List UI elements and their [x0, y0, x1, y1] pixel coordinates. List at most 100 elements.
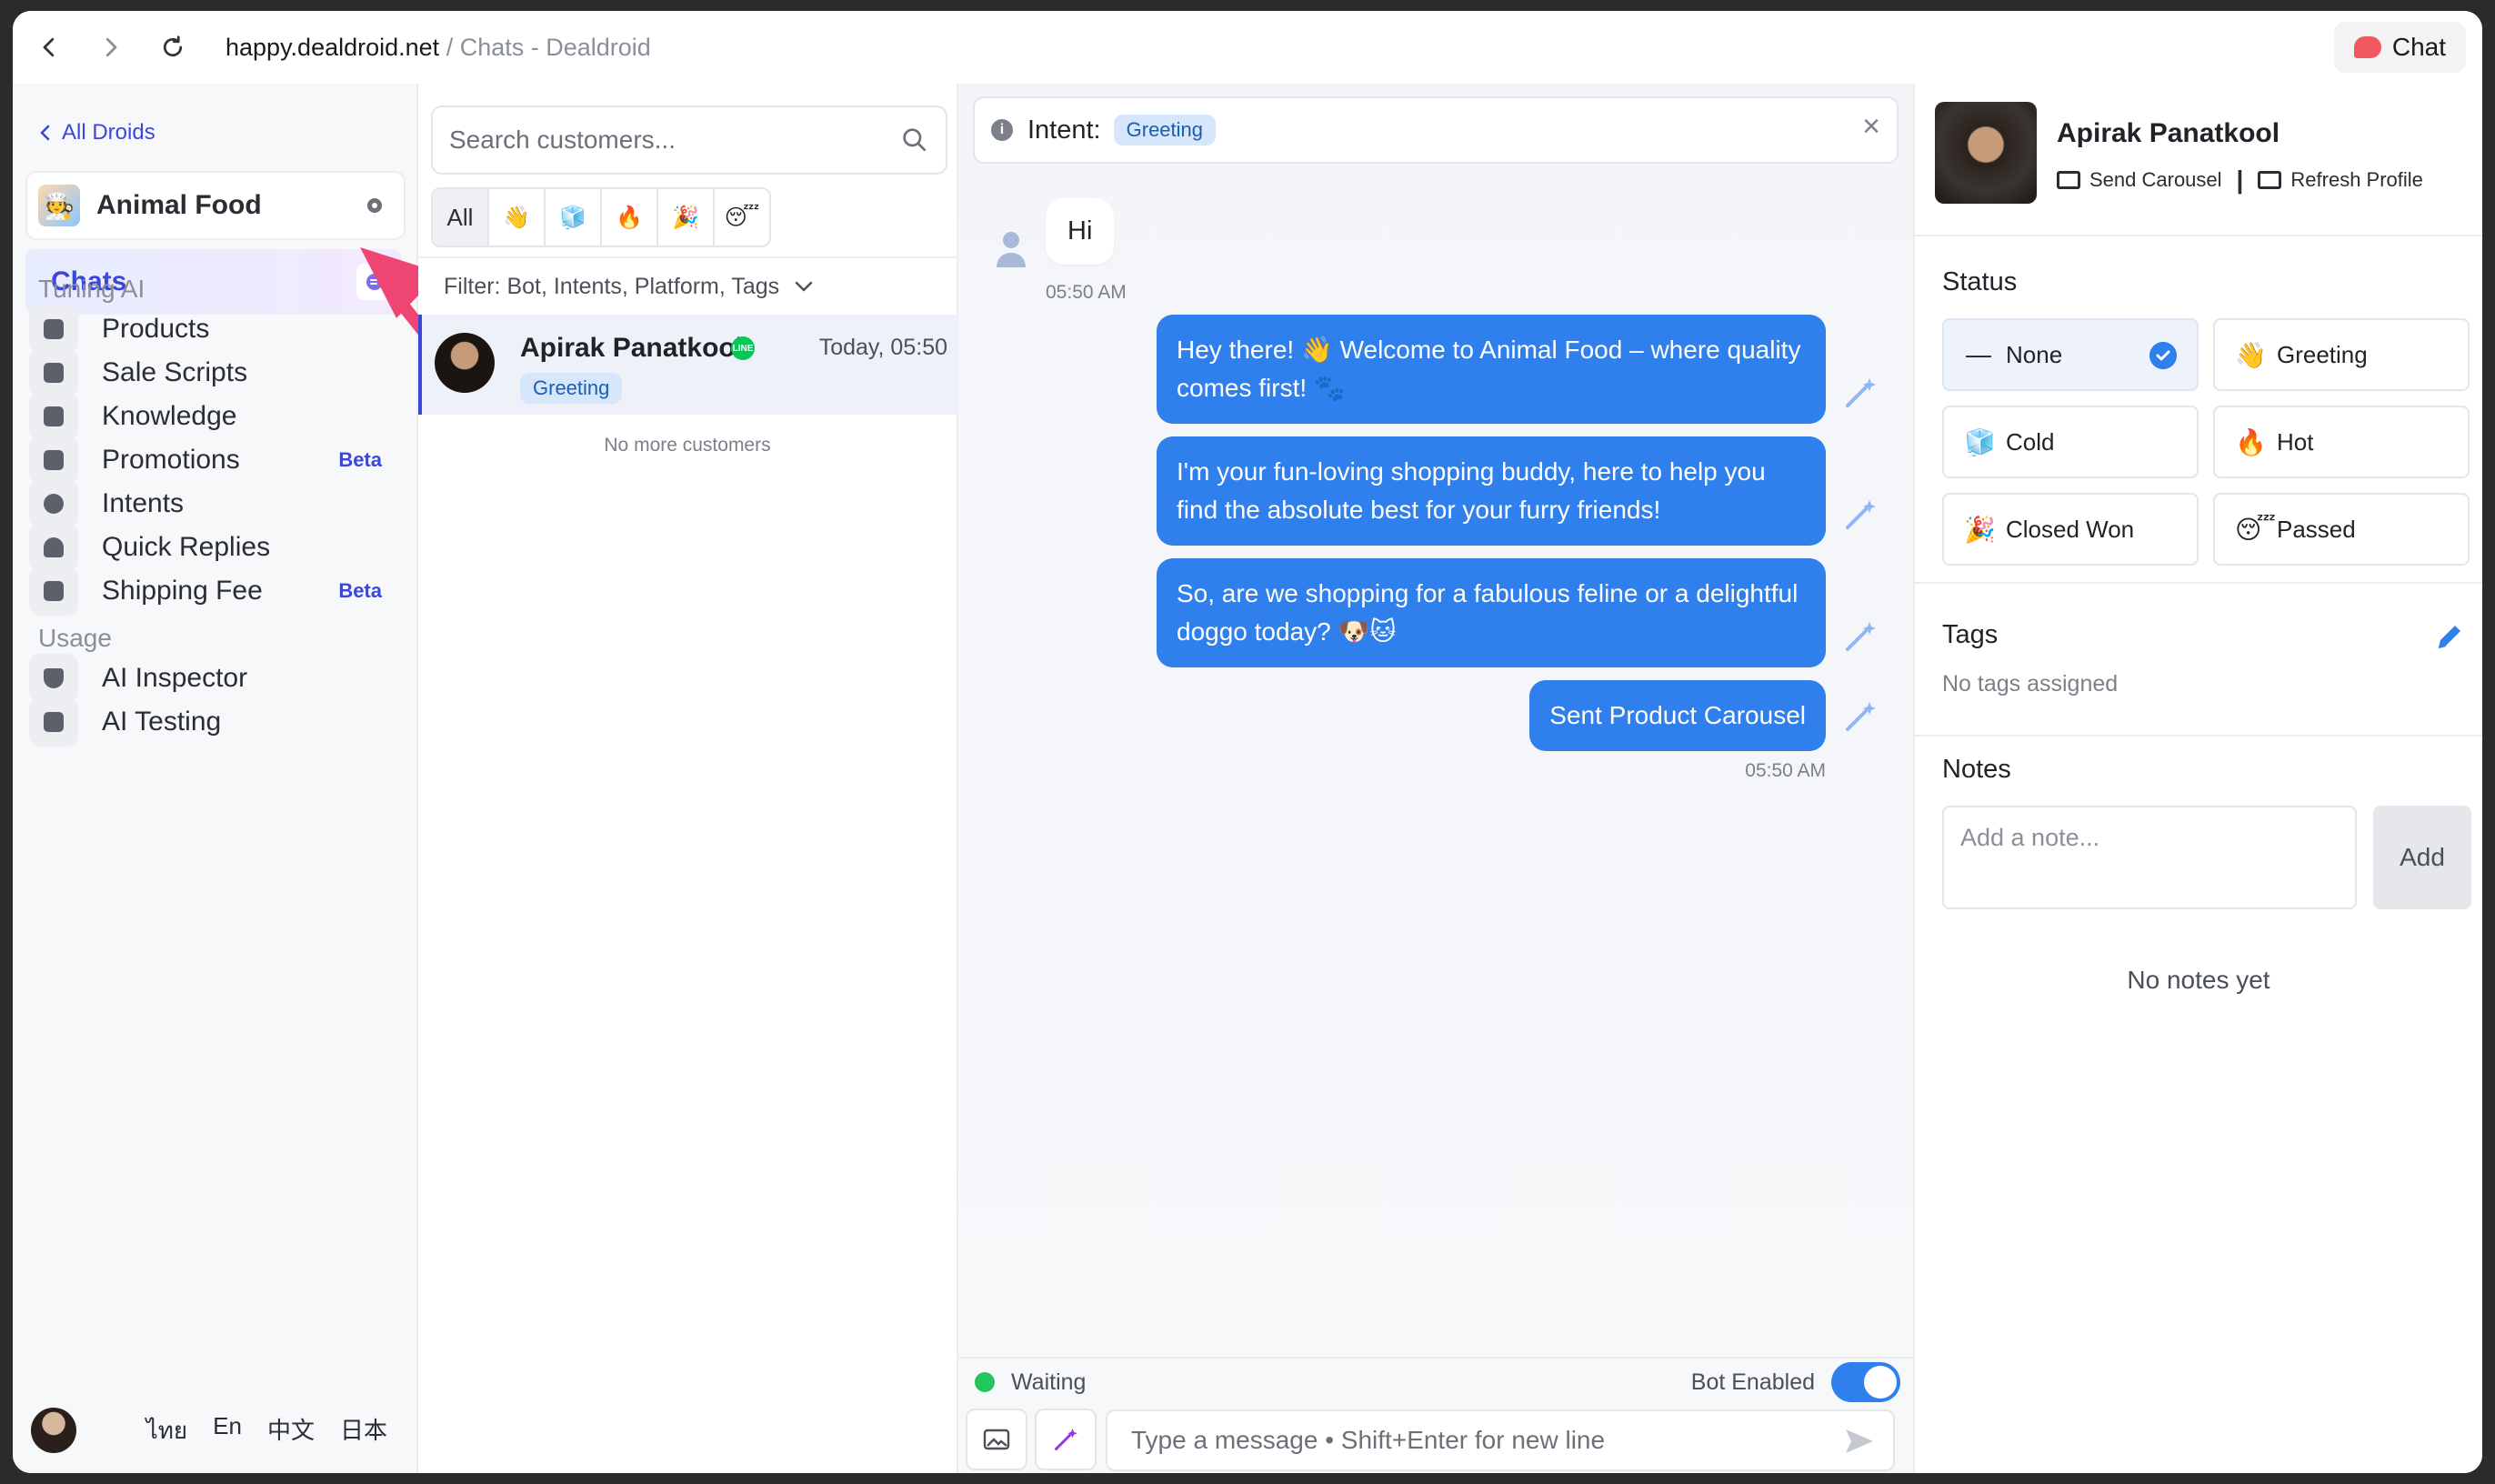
pencil-icon[interactable]: [2431, 618, 2468, 655]
profile-actions: Send Carousel | Refresh Profile: [2057, 165, 2423, 195]
droid-selector[interactable]: 🧑‍🍳 Animal Food: [25, 171, 406, 240]
message-input[interactable]: [1129, 1425, 1824, 1456]
message-timestamp: 05:50 AM: [1046, 282, 1127, 303]
tags-title: Tags: [1942, 620, 1999, 649]
reload-button[interactable]: [147, 22, 198, 73]
ai-assist-button[interactable]: [1035, 1409, 1097, 1470]
customer-profile-panel: Apirak Panatkool Send Carousel | Refresh…: [1915, 84, 2482, 1473]
chat-bubble-icon: [2353, 36, 2381, 58]
intent-label: Intent:: [1027, 115, 1101, 145]
customer-last-message-time: Today, 05:50: [818, 335, 947, 360]
sidebar-item-ai-testing[interactable]: AI Testing: [29, 693, 402, 751]
status-option-none[interactable]: — None: [1942, 318, 2199, 391]
status-option-passed[interactable]: 😴 Passed: [2213, 493, 2470, 566]
image-upload-button[interactable]: [966, 1409, 1027, 1470]
status-indicator-icon: [975, 1372, 995, 1392]
language-english[interactable]: En: [213, 1412, 242, 1449]
back-button[interactable]: [24, 22, 75, 73]
sidebar-item-label: Quick Replies: [102, 532, 271, 562]
filter-dropdown[interactable]: Filter: Bot, Intents, Platform, Tags: [418, 256, 957, 316]
sidebar-item-label: Sale Scripts: [102, 357, 248, 387]
language-thai[interactable]: ไทย: [146, 1412, 187, 1449]
chat-extension-label: Chat: [2391, 33, 2446, 61]
filter-tab-hot[interactable]: 🔥: [602, 189, 658, 246]
customer-search: [431, 105, 947, 175]
line-platform-icon: LINE: [731, 336, 755, 360]
sidebar-item-label: Products: [102, 314, 210, 344]
status-option-label: Cold: [2006, 427, 2055, 456]
magic-wand-icon[interactable]: [1842, 618, 1879, 655]
note-input[interactable]: [1944, 807, 2355, 907]
status-option-hot[interactable]: 🔥 Hot: [2213, 406, 2470, 478]
info-icon: i: [991, 119, 1013, 141]
address-bar[interactable]: happy.dealdroid.net / Chats - Dealdroid: [225, 34, 651, 62]
status-option-cold[interactable]: 🧊 Cold: [1942, 406, 2199, 478]
bot-message: So, are we shopping for a fabulous felin…: [1157, 558, 1826, 667]
language-chinese[interactable]: 中文: [267, 1412, 315, 1449]
fire-icon: 🔥: [2235, 427, 2267, 456]
magic-wand-icon: [1055, 1429, 1077, 1450]
send-icon[interactable]: [1844, 1428, 1875, 1455]
customer-avatar: [435, 333, 495, 393]
refresh-profile-button[interactable]: Refresh Profile: [2290, 168, 2423, 192]
search-input[interactable]: [447, 125, 878, 155]
browser-toolbar: happy.dealdroid.net / Chats - Dealdroid …: [13, 11, 2482, 85]
all-droids-link[interactable]: All Droids: [38, 120, 155, 145]
language-japanese[interactable]: 日本: [340, 1412, 387, 1449]
chat-extension-button[interactable]: Chat: [2333, 22, 2466, 73]
truck-icon: [29, 567, 78, 616]
chevron-left-icon: [43, 37, 55, 57]
search-icon[interactable]: [900, 125, 929, 155]
id-card-icon: [2258, 171, 2282, 189]
sidebar-item-label: AI Inspector: [102, 663, 248, 693]
sidebar-item-shipping-fee[interactable]: Shipping Fee Beta: [29, 562, 402, 620]
separator: |: [2236, 165, 2244, 194]
filter-tab-all[interactable]: All: [433, 189, 489, 246]
party-popper-icon: 🎉: [1964, 515, 1996, 544]
add-note-button[interactable]: Add: [2373, 806, 2471, 909]
intent-tag: Greeting: [1113, 115, 1217, 145]
sidebar-item-label: Knowledge: [102, 401, 237, 431]
note-field-wrapper: [1942, 806, 2357, 909]
status-option-label: Greeting: [2277, 340, 2368, 368]
chevron-down-icon: [795, 281, 813, 292]
magic-wand-icon[interactable]: [1842, 496, 1879, 533]
sleeping-face-icon: 😴: [2235, 515, 2276, 544]
status-option-closed-won[interactable]: 🎉 Closed Won: [1942, 493, 2199, 566]
magic-wand-icon[interactable]: [1842, 375, 1879, 411]
close-icon[interactable]: ×: [1862, 109, 1880, 145]
image-icon: [2057, 171, 2080, 189]
filter-tab-cold[interactable]: 🧊: [546, 189, 602, 246]
tags-empty-text: No tags assigned: [1942, 671, 2119, 697]
filter-tab-closed-won[interactable]: 🎉: [658, 189, 715, 246]
bot-enabled-toggle[interactable]: [1831, 1362, 1900, 1402]
dash-icon: —: [1966, 340, 1991, 368]
customer-message: Hi: [1046, 198, 1115, 265]
check-circle-icon: [2149, 342, 2177, 369]
filter-tab-passed[interactable]: 😴: [715, 189, 769, 246]
send-carousel-button[interactable]: Send Carousel: [2089, 168, 2222, 192]
message-timestamp: 05:50 AM: [1745, 760, 1826, 781]
beta-badge: Beta: [338, 579, 382, 602]
user-icon: [997, 232, 1026, 267]
url-domain: happy.dealdroid.net: [225, 33, 440, 61]
gear-icon[interactable]: [364, 195, 386, 216]
magic-wand-icon[interactable]: [1842, 698, 1879, 735]
browser-window: happy.dealdroid.net / Chats - Dealdroid …: [13, 11, 2482, 1473]
status-option-label: Hot: [2277, 427, 2314, 456]
bot-toggle-label: Bot Enabled: [1690, 1369, 1815, 1395]
status-option-label: None: [2006, 340, 2063, 368]
status-option-greeting[interactable]: 👋 Greeting: [2213, 318, 2470, 391]
sidebar-footer: ไทย En 中文 日本: [31, 1399, 404, 1462]
language-switcher: ไทย En 中文 日本: [146, 1412, 387, 1449]
sidebar-item-label: Promotions: [102, 445, 240, 475]
sidebar-item-label: Shipping Fee: [102, 576, 263, 606]
forward-button[interactable]: [85, 22, 136, 73]
chevron-left-icon: [40, 125, 50, 141]
customer-list-item[interactable]: Apirak Panatkool LINE Today, 05:50 Greet…: [418, 315, 960, 415]
notes-empty-text: No notes yet: [2127, 966, 2270, 994]
filter-tab-greeting[interactable]: 👋: [489, 189, 546, 246]
user-avatar[interactable]: [31, 1408, 76, 1453]
image-icon: [983, 1429, 1010, 1450]
status-filter-tabs: All 👋 🧊 🔥 🎉 😴: [431, 187, 771, 247]
